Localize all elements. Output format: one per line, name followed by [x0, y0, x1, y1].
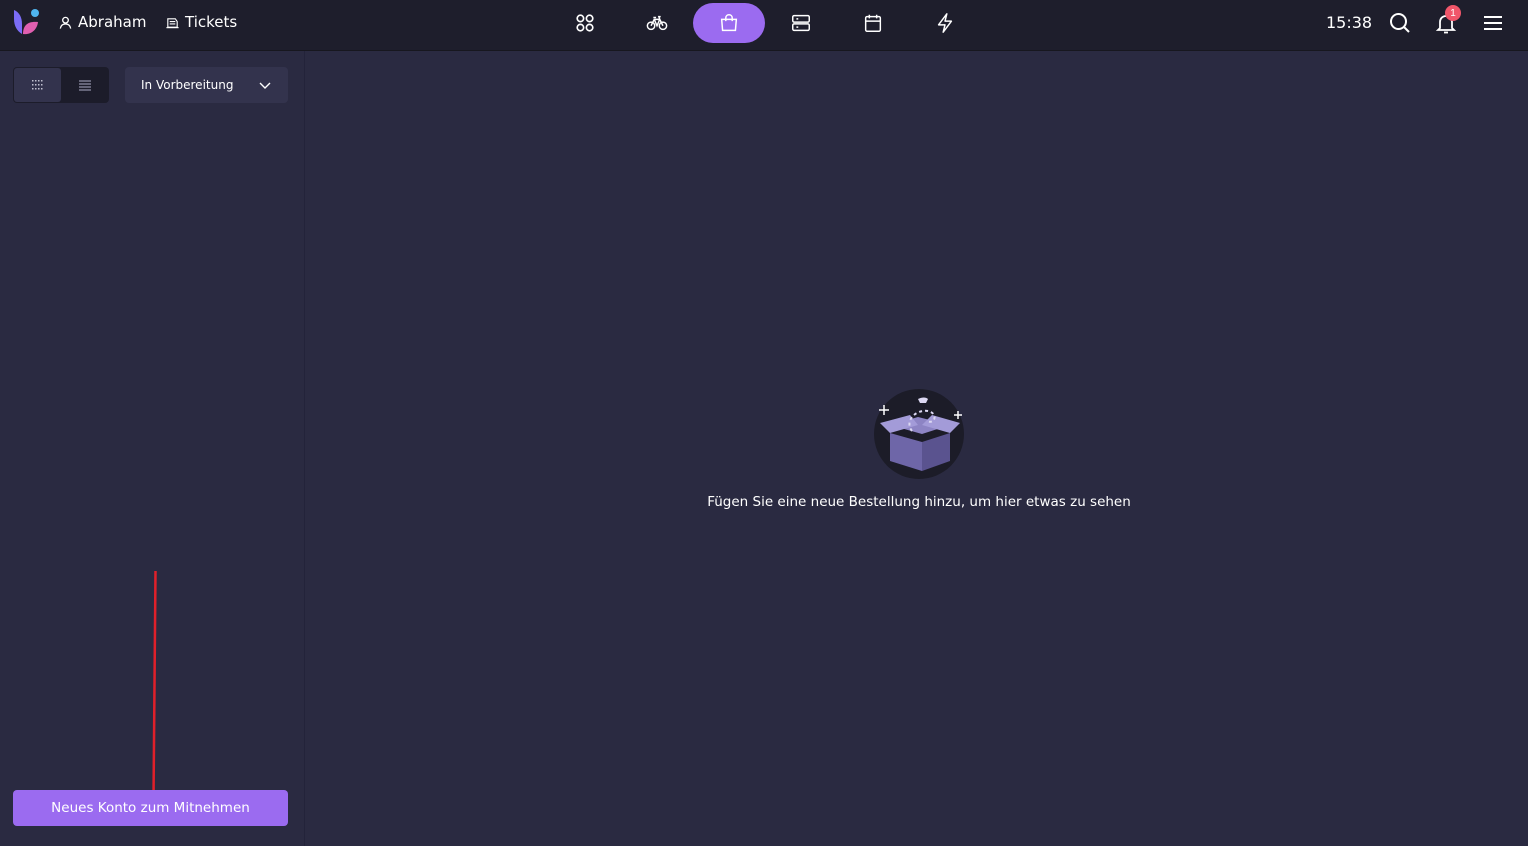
grid-view-icon: [31, 80, 42, 90]
calendar-icon: [864, 14, 882, 32]
lightning-icon: [937, 13, 953, 33]
status-filter-select[interactable]: In Vorbereitung: [125, 67, 288, 103]
grid-view-button[interactable]: [14, 68, 61, 102]
hamburger-menu-icon[interactable]: [1481, 11, 1505, 35]
main-nav: [549, 3, 981, 43]
bicycle-icon: [646, 15, 668, 31]
orders-panel: Fügen Sie eine neue Bestellung hinzu, um…: [306, 51, 1528, 846]
nav-calendar[interactable]: [837, 3, 909, 43]
nav-storage[interactable]: [765, 3, 837, 43]
view-toggle: [13, 67, 109, 103]
sidebar: In Vorbereitung: [0, 51, 305, 846]
user-menu[interactable]: Abraham: [58, 13, 146, 31]
nav-actions[interactable]: [909, 3, 981, 43]
nav-delivery[interactable]: [621, 3, 693, 43]
user-icon: [59, 16, 72, 29]
clock: 15:38: [1326, 13, 1373, 32]
list-view-button[interactable]: [61, 68, 108, 102]
search-icon[interactable]: [1388, 11, 1412, 35]
status-filter-value: In Vorbereitung: [141, 78, 234, 92]
nav-dashboard[interactable]: [549, 3, 621, 43]
tickets-icon: [166, 17, 179, 28]
server-icon: [792, 14, 810, 32]
empty-state-message: Fügen Sie eine neue Bestellung hinzu, um…: [707, 494, 1131, 510]
app-logo-icon[interactable]: [12, 7, 42, 37]
list-view-icon: [78, 80, 91, 91]
new-takeaway-account-button[interactable]: Neues Konto zum Mitnehmen: [13, 790, 288, 826]
empty-box-illustration-icon: [874, 389, 964, 479]
nav-orders[interactable]: [693, 3, 765, 43]
annotation-arrow: [144, 571, 163, 816]
shopping-bag-icon: [720, 14, 738, 32]
tickets-link[interactable]: Tickets: [165, 13, 237, 31]
top-bar: Abraham Tickets 15:38 1: [0, 0, 1528, 51]
user-name: Abraham: [78, 13, 147, 31]
chevron-down-icon: [259, 82, 271, 89]
notification-badge: 1: [1445, 5, 1461, 21]
grid-circles-icon: [576, 14, 594, 32]
tickets-label: Tickets: [185, 13, 238, 31]
